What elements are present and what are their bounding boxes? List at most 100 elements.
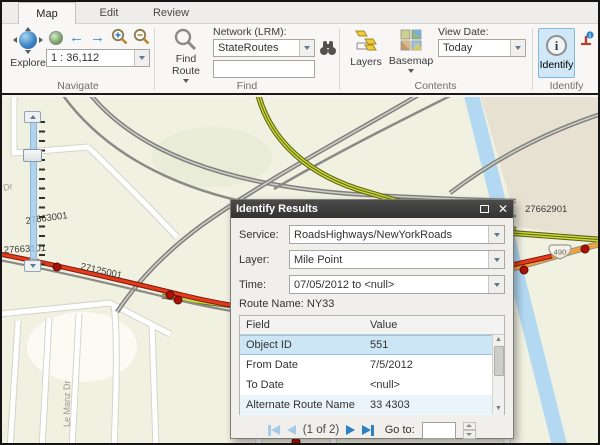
scroll-down-icon[interactable]: ▼ xyxy=(495,404,502,414)
spinner-down-icon[interactable] xyxy=(463,430,476,439)
find-route-input[interactable] xyxy=(213,60,315,78)
time-combo[interactable]: 07/05/2012 to <null> xyxy=(289,275,505,294)
dialog-titlebar[interactable]: Identify Results ✕ xyxy=(231,200,513,218)
zoom-slider-down-button[interactable] xyxy=(24,260,41,272)
network-lrm-combo[interactable]: StateRoutes xyxy=(213,39,315,57)
find-route-label: Find xyxy=(176,53,196,65)
attributes-table: Field Value Object ID 551 From Date 7/5/… xyxy=(239,315,505,415)
time-dropdown-icon[interactable] xyxy=(488,276,504,293)
last-page-button[interactable] xyxy=(362,425,374,436)
find-route-button[interactable]: Find Route xyxy=(163,27,209,83)
previous-extent-icon[interactable]: ← xyxy=(69,30,84,46)
network-lrm-dropdown-icon[interactable] xyxy=(299,40,314,56)
layer-dropdown-icon[interactable] xyxy=(488,251,504,268)
full-extent-globe-icon[interactable] xyxy=(49,31,63,45)
identify-circle-i-icon: i xyxy=(546,35,567,56)
cell-value: 33 4303 xyxy=(364,399,504,411)
tab-review[interactable]: Review xyxy=(142,2,200,24)
cell-field: Alternate Route Name xyxy=(240,399,364,411)
table-scrollbar[interactable]: ▲ ▼ xyxy=(492,335,504,414)
view-date-combo[interactable]: Today xyxy=(438,39,526,57)
find-route-label2: Route xyxy=(172,65,200,77)
layers-icon xyxy=(353,29,379,53)
maximize-icon[interactable] xyxy=(480,205,489,213)
zoom-slider-track[interactable] xyxy=(30,117,37,272)
group-find: Find Route Network (LRM): StateRoutes Fi… xyxy=(155,24,339,93)
service-combo[interactable]: RoadsHighways/NewYorkRoads xyxy=(289,225,505,244)
zoom-out-icon[interactable] xyxy=(133,28,151,46)
cell-field: To Date xyxy=(240,379,364,391)
map-zoom-slider[interactable] xyxy=(20,113,50,278)
cell-value: 7/5/2012 xyxy=(364,359,504,371)
goto-spinner[interactable] xyxy=(463,422,476,439)
cell-field: From Date xyxy=(240,359,364,371)
identify-label: Identify xyxy=(540,59,574,71)
basemap-icon xyxy=(400,29,422,51)
layer-combo[interactable]: Mile Point xyxy=(289,250,505,269)
next-page-button[interactable] xyxy=(346,425,355,435)
table-header-row: Field Value xyxy=(240,316,504,335)
info-pin-icon[interactable]: i xyxy=(579,31,595,47)
navigate-group-label: Navigate xyxy=(2,80,154,92)
tab-edit[interactable]: Edit xyxy=(80,2,138,24)
table-row[interactable]: From Date 7/5/2012 xyxy=(240,355,504,375)
scroll-up-icon[interactable]: ▲ xyxy=(495,335,502,345)
page-indicator: (1 of 2) xyxy=(303,424,339,436)
identify-button[interactable]: i Identify xyxy=(538,28,575,78)
service-dropdown-icon[interactable] xyxy=(488,226,504,243)
goto-label: Go to: xyxy=(385,424,415,436)
scrollbar-thumb[interactable] xyxy=(494,346,504,376)
layers-button[interactable]: Layers xyxy=(346,29,386,68)
explore-button[interactable]: Explore xyxy=(8,28,48,69)
zoom-slider-thumb[interactable] xyxy=(23,149,42,162)
ribbon-tab-bar: Map Edit Review xyxy=(2,2,598,24)
group-identify: i Identify i Identify xyxy=(533,24,600,93)
binoculars-icon[interactable] xyxy=(319,39,337,57)
map-scale-dropdown-icon[interactable] xyxy=(134,50,149,66)
table-row[interactable]: To Date <null> xyxy=(240,375,504,395)
explore-orb-icon xyxy=(19,31,37,49)
group-navigate: Explore ← → 1 : 36,112 Navigate xyxy=(2,24,154,93)
service-label: Service: xyxy=(239,229,289,241)
table-row[interactable]: Alternate Route Name 33 4303 xyxy=(240,395,504,415)
previous-page-button[interactable] xyxy=(287,425,296,435)
route-name-label: Route Name: xyxy=(239,298,304,310)
tab-map[interactable]: Map xyxy=(18,2,76,24)
service-value: RoadsHighways/NewYorkRoads xyxy=(290,229,488,241)
basemap-label: Basemap xyxy=(389,55,433,67)
identify-group-label: Identify xyxy=(533,80,600,92)
basemap-button[interactable]: Basemap xyxy=(388,29,434,73)
layers-label: Layers xyxy=(350,56,382,68)
ribbon: Explore ← → 1 : 36,112 Navigate xyxy=(2,24,598,95)
basemap-dropdown-caret-icon[interactable] xyxy=(408,69,414,73)
first-page-button[interactable] xyxy=(268,425,280,436)
layer-value: Mile Point xyxy=(290,254,488,266)
cell-value: 551 xyxy=(364,339,504,351)
contents-group-label: Contents xyxy=(340,80,531,92)
find-route-magnifier-icon xyxy=(173,27,199,53)
network-lrm-value: StateRoutes xyxy=(214,42,299,54)
zoom-in-icon[interactable] xyxy=(111,28,129,46)
view-date-value: Today xyxy=(439,42,510,54)
goto-page-input[interactable] xyxy=(422,422,456,439)
route-name-value: NY33 xyxy=(307,298,335,310)
spinner-up-icon[interactable] xyxy=(463,422,476,431)
route-shield-490-text: 490 xyxy=(554,248,567,257)
column-header-field: Field xyxy=(240,319,364,331)
map-scale-value: 1 : 36,112 xyxy=(47,52,134,64)
view-date-label: View Date: xyxy=(438,26,489,38)
map-scale-combo[interactable]: 1 : 36,112 xyxy=(46,49,150,67)
street-label-le-manz-dr: Le Manz Dr xyxy=(62,380,72,427)
pagination-bar: (1 of 2) Go to: xyxy=(239,417,505,443)
close-icon[interactable]: ✕ xyxy=(498,203,508,215)
time-value: 07/05/2012 to <null> xyxy=(290,279,488,291)
group-contents: Layers Basemap View Date: Today xyxy=(340,24,531,93)
next-extent-icon[interactable]: → xyxy=(90,30,105,46)
time-label: Time: xyxy=(239,279,289,291)
table-row[interactable]: Object ID 551 xyxy=(240,335,504,355)
zoom-slider-up-button[interactable] xyxy=(24,111,41,123)
layer-label: Layer: xyxy=(239,254,289,266)
network-lrm-label: Network (LRM): xyxy=(213,26,287,38)
view-date-dropdown-icon[interactable] xyxy=(510,40,525,56)
identify-results-dialog: Identify Results ✕ Service: RoadsHighway… xyxy=(230,199,514,439)
